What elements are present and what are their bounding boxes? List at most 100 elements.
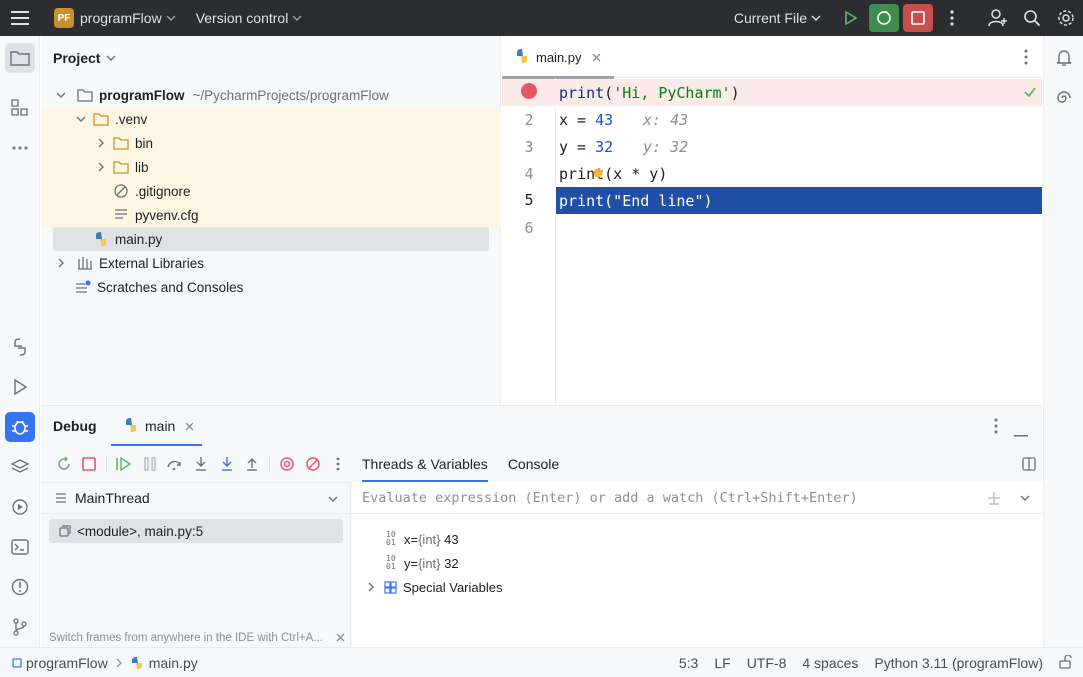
tree-item-pyvenv[interactable]: pyvenv.cfg: [41, 203, 501, 227]
editor-tab-main-py[interactable]: main.py: [502, 36, 614, 78]
caret-position[interactable]: 5:3: [679, 655, 698, 671]
tree-item-main-py[interactable]: main.py: [41, 227, 501, 251]
indent-setting[interactable]: 4 spaces: [802, 655, 858, 671]
resume-button[interactable]: [111, 451, 137, 477]
python-packages-button[interactable]: [5, 332, 35, 362]
code-line-2[interactable]: 2 x = 43 x: 43: [502, 106, 1042, 133]
close-icon[interactable]: [185, 419, 194, 434]
breadcrumb-file[interactable]: main.py: [149, 655, 198, 671]
code-line-5-execution-point[interactable]: 5 print("End line"): [502, 187, 1042, 214]
chevron-down-icon[interactable]: [53, 87, 69, 103]
chevron-down-icon[interactable]: [73, 111, 89, 127]
layout-button[interactable]: [1022, 457, 1036, 474]
chevron-right-icon: [116, 658, 122, 667]
play-icon: [845, 11, 857, 25]
project-name: programFlow: [80, 10, 162, 26]
debug-session-tab[interactable]: main: [111, 406, 202, 446]
special-variables-label: Special Variables: [403, 579, 503, 595]
tree-item-label: programFlow: [99, 87, 185, 103]
search-button[interactable]: [1017, 4, 1047, 32]
code-line-3[interactable]: 3 y = 32 y: 32: [502, 133, 1042, 160]
problems-tool-button[interactable]: [5, 572, 35, 602]
editor-more-button[interactable]: [1024, 49, 1028, 68]
git-branch-icon: [13, 618, 27, 636]
more-tools-button[interactable]: [5, 133, 35, 163]
terminal-tool-button[interactable]: [5, 532, 35, 562]
breadcrumb-project[interactable]: programFlow: [26, 655, 108, 671]
more-actions-button[interactable]: [937, 4, 967, 32]
add-watch-icon[interactable]: [986, 490, 1002, 506]
project-switcher[interactable]: PF programFlow: [48, 4, 182, 32]
evaluate-expression-input[interactable]: Evaluate expression (Enter) or add a wat…: [352, 482, 1042, 514]
pause-button[interactable]: [137, 451, 163, 477]
stack-frame-item[interactable]: <module>, main.py:5: [49, 519, 343, 543]
tree-item-scratches[interactable]: Scratches and Consoles: [41, 275, 501, 299]
chevron-right-icon[interactable]: [368, 582, 374, 592]
line-number: 2: [524, 110, 534, 129]
step-into-button[interactable]: [188, 451, 214, 477]
tree-item-label: main.py: [115, 231, 163, 247]
step-over-button[interactable]: [163, 451, 189, 477]
hint-bulb-icon[interactable]: [593, 166, 603, 181]
close-icon[interactable]: [336, 633, 345, 642]
view-breakpoints-button[interactable]: [274, 451, 300, 477]
chevron-down-icon[interactable]: [1020, 495, 1030, 501]
checkmark-icon[interactable]: [1022, 84, 1038, 103]
tree-item-gitignore[interactable]: .gitignore: [41, 179, 501, 203]
code-line-1[interactable]: print('Hi, PyCharm'): [502, 79, 1042, 106]
tree-item-lib[interactable]: lib: [41, 155, 501, 179]
minimize-button[interactable]: [1014, 425, 1028, 440]
debug-more-button[interactable]: [994, 418, 998, 437]
lock-icon[interactable]: [1059, 653, 1073, 672]
debug-tool-button[interactable]: [5, 412, 35, 442]
tab-console[interactable]: Console: [498, 446, 569, 482]
main-menu-icon[interactable]: [0, 0, 40, 36]
chevron-down-icon[interactable]: [106, 55, 116, 61]
vcs-menu[interactable]: Version control: [190, 4, 309, 32]
step-over-icon: [167, 460, 182, 471]
git-tool-button[interactable]: [5, 612, 35, 642]
run-config-selector[interactable]: Current File: [728, 4, 827, 32]
tab-threads-variables[interactable]: Threads & Variables: [352, 446, 498, 482]
tree-item-programflow[interactable]: programFlow ~/PycharmProjects/programFlo…: [41, 83, 501, 107]
run-tool-button[interactable]: [5, 372, 35, 402]
stop-button[interactable]: [77, 451, 103, 477]
code-line-6[interactable]: 6: [502, 214, 1042, 241]
step-into-my-code-button[interactable]: [214, 451, 240, 477]
stop-button[interactable]: [903, 4, 933, 32]
rerun-icon: [58, 456, 70, 470]
right-tool-strip: [1043, 36, 1083, 647]
python-interpreter[interactable]: Python 3.11 (programFlow): [874, 655, 1043, 671]
layers-tool-button[interactable]: [5, 452, 35, 482]
variable-row-y[interactable]: 10 01 y = {int} 32: [386, 551, 459, 575]
rerun-button[interactable]: [51, 451, 77, 477]
project-tool-button[interactable]: [5, 43, 35, 73]
tree-item-venv[interactable]: .venv: [41, 107, 501, 131]
structure-tool-button[interactable]: [5, 93, 35, 123]
special-variables-row[interactable]: Special Variables: [368, 575, 502, 599]
tree-item-bin[interactable]: bin: [41, 131, 501, 155]
chevron-right-icon[interactable]: [93, 135, 109, 151]
ai-assistant-button[interactable]: [1049, 83, 1079, 113]
layout-icon: [1022, 457, 1036, 471]
settings-button[interactable]: [1051, 4, 1081, 32]
run-button[interactable]: [835, 4, 865, 32]
file-encoding[interactable]: UTF-8: [747, 655, 787, 671]
rerun-debug-button[interactable]: [869, 4, 899, 32]
code-with-me-button[interactable]: [983, 4, 1013, 32]
tree-item-external-libraries[interactable]: External Libraries: [41, 251, 501, 275]
close-icon[interactable]: [592, 50, 601, 65]
notifications-button[interactable]: [1049, 43, 1079, 73]
code-line-4[interactable]: 4 print(x * y): [502, 160, 1042, 187]
line-separator[interactable]: LF: [714, 655, 730, 671]
mute-breakpoints-button[interactable]: [300, 451, 326, 477]
chevron-right-icon[interactable]: [93, 159, 109, 175]
services-tool-button[interactable]: [5, 492, 35, 522]
chevron-right-icon[interactable]: [53, 255, 69, 271]
tree-item-label: .gitignore: [135, 183, 191, 199]
breakpoint[interactable]: [502, 82, 556, 104]
debug-toolbar-more-button[interactable]: [325, 451, 351, 477]
step-out-button[interactable]: [239, 451, 265, 477]
thread-selector[interactable]: MainThread: [41, 482, 350, 514]
variable-row-x[interactable]: 10 01 x = {int} 43: [386, 527, 459, 551]
